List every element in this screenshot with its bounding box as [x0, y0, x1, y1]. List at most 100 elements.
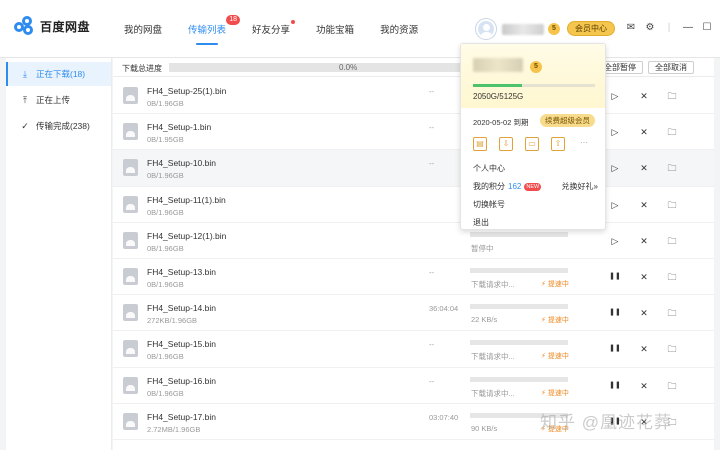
- folder-icon[interactable]: 🗀: [666, 126, 678, 138]
- tab-transfer-list[interactable]: 传输列表 18: [188, 15, 241, 45]
- sidebar-item-label: 传输完成(238): [36, 121, 90, 131]
- table-row[interactable]: FH4_Setup-10.bin 0B/1.96GB -- ▷ ✕ 🗀: [113, 150, 714, 187]
- play-icon[interactable]: ▷: [609, 90, 621, 102]
- folder-icon[interactable]: 🗀: [666, 199, 678, 211]
- folder-icon[interactable]: 🗀: [666, 162, 678, 174]
- file-size: 0B/1.96GB: [147, 388, 184, 398]
- remaining-time: --: [429, 123, 434, 133]
- tab-transfer-list-label: 传输列表: [188, 25, 227, 36]
- file-progress-bar: [470, 304, 568, 310]
- upgrade-icon[interactable]: ⇧: [551, 137, 565, 151]
- minimize-icon[interactable]: —: [683, 23, 693, 33]
- table-row[interactable]: FH4_Setup-13.bin 0B/1.96GB -- 下载请求中... ⚡ 提速中…: [113, 259, 714, 296]
- acceleration-badge: ⚡ 提速中: [541, 353, 569, 361]
- remaining-time: 36:04:04: [429, 304, 459, 314]
- privilege-icon[interactable]: ▤: [473, 137, 487, 151]
- cancel-icon[interactable]: ✕: [638, 235, 650, 247]
- settings-gear-icon[interactable]: ⚙: [645, 23, 655, 33]
- folder-icon[interactable]: 🗀: [666, 90, 678, 102]
- coupon-icon[interactable]: ⇩: [499, 137, 513, 151]
- avatar[interactable]: [476, 19, 496, 39]
- acceleration-badge: ⚡ 提速中: [541, 317, 569, 325]
- cancel-icon[interactable]: ✕: [638, 343, 650, 355]
- pause-icon[interactable]: ❚❚: [609, 307, 621, 319]
- menu-logout[interactable]: 退出: [473, 214, 598, 229]
- pause-icon[interactable]: ❚❚: [609, 271, 621, 283]
- play-icon[interactable]: ▷: [609, 199, 621, 211]
- folder-icon[interactable]: 🗀: [666, 271, 678, 283]
- menu-switch-account[interactable]: 切换帐号: [473, 196, 598, 214]
- tab-my-resources[interactable]: 我的资源: [380, 22, 418, 36]
- folder-icon[interactable]: 🗀: [666, 343, 678, 355]
- popup-menu: 个人中心 我的积分 162 NEW 兑换好礼» 切换帐号 退出: [473, 160, 598, 229]
- file-icon: [123, 123, 138, 141]
- sidebar-item-uploading[interactable]: ⤒ 正在上传: [6, 88, 111, 112]
- cancel-icon[interactable]: ✕: [638, 307, 650, 319]
- table-row[interactable]: FH4_Setup-25(1).bin 0B/1.96GB -- ▷ ✕ 🗀: [113, 78, 714, 115]
- table-row[interactable]: FH4_Setup-15.bin 0B/1.96GB -- 下载请求中... ⚡ 提速中…: [113, 331, 714, 368]
- folder-icon[interactable]: 🗀: [666, 235, 678, 247]
- cancel-icon[interactable]: ✕: [638, 126, 650, 138]
- tab-friend-share[interactable]: 好友分享: [252, 20, 296, 36]
- pause-icon[interactable]: ❚❚: [609, 380, 621, 392]
- folder-icon[interactable]: 🗀: [666, 307, 678, 319]
- vip-center-button[interactable]: 会员中心: [567, 21, 615, 36]
- table-row[interactable]: FH4_Setup-1.bin 0B/1.95GB -- ▷ ✕ 🗀: [113, 114, 714, 151]
- pause-icon[interactable]: ❚❚: [609, 416, 621, 428]
- cancel-all-button[interactable]: 全部取消: [648, 61, 694, 74]
- vip-expire-date: 2020-05-02 到期: [473, 118, 529, 127]
- transfer-status: 90 KB/s: [471, 423, 498, 433]
- check-circle-icon: ✓: [21, 120, 29, 131]
- popup-username-blurred: [473, 58, 523, 72]
- file-name: FH4_Setup-11(1).bin: [147, 194, 226, 205]
- tab-toolbox[interactable]: 功能宝箱: [316, 22, 354, 36]
- file-name: FH4_Setup-10.bin: [147, 158, 216, 169]
- file-size: 0B/1.96GB: [147, 171, 184, 181]
- file-size: 0B/1.96GB: [147, 207, 184, 217]
- remaining-time: --: [429, 87, 434, 96]
- cancel-icon[interactable]: ✕: [638, 162, 650, 174]
- cancel-icon[interactable]: ✕: [638, 271, 650, 283]
- sidebar-item-downloading[interactable]: ⤓ 正在下载(18): [6, 62, 111, 86]
- user-info[interactable]: 5: [476, 19, 560, 39]
- sidebar-item-completed[interactable]: ✓ 传输完成(238): [6, 114, 111, 138]
- table-row[interactable]: FH4_Setup-14.bin 272KB/1.96GB 36:04:04 22 K…: [113, 295, 714, 332]
- file-name: FH4_Setup-17.bin: [147, 411, 216, 422]
- popup-header: 5 2050G/5125G: [461, 44, 605, 108]
- file-size: 0B/1.96GB: [147, 99, 184, 108]
- transfer-status: 暂停中: [471, 243, 494, 253]
- menu-points[interactable]: 我的积分 162 NEW 兑换好礼»: [473, 178, 598, 196]
- play-icon[interactable]: ▷: [609, 126, 621, 138]
- app-logo[interactable]: 百度网盘: [14, 16, 90, 36]
- transfer-status: 下载请求中...: [471, 279, 515, 289]
- cancel-icon[interactable]: ✕: [638, 380, 650, 392]
- pause-icon[interactable]: ❚❚: [609, 343, 621, 355]
- folder-icon[interactable]: 🗀: [666, 380, 678, 392]
- cancel-icon[interactable]: ✕: [638, 199, 650, 211]
- table-row[interactable]: FH4_Setup-12(1).bin 0B/1.96GB 暂停中 ▷ ✕ 🗀: [113, 223, 714, 259]
- play-icon[interactable]: ▷: [609, 162, 621, 174]
- renew-svip-button[interactable]: 续费超级会员: [540, 114, 595, 127]
- folder-icon[interactable]: 🗀: [666, 416, 678, 428]
- tab-my-disk[interactable]: 我的网盘: [124, 22, 162, 36]
- menu-profile[interactable]: 个人中心: [473, 160, 598, 178]
- cancel-icon[interactable]: ✕: [638, 416, 650, 428]
- file-icon: [123, 304, 138, 322]
- more-icon[interactable]: ···: [577, 137, 591, 151]
- ticket-icon[interactable]: ▭: [525, 137, 539, 151]
- maximize-icon[interactable]: ☐: [702, 23, 712, 33]
- play-icon[interactable]: ▷: [609, 235, 621, 247]
- table-row[interactable]: FH4_Setup-11(1).bin 0B/1.96GB ▷ ✕ 🗀: [113, 187, 714, 223]
- file-icon: [123, 340, 138, 358]
- table-row[interactable]: FH4_Setup-17.bin 2.72MB/1.96GB 03:07:40 90 …: [113, 404, 714, 440]
- mail-icon[interactable]: ✉: [626, 23, 636, 33]
- overall-progress-label: 下载总进度: [122, 64, 162, 73]
- storage-quota-text: 2050G/5125G: [473, 92, 524, 101]
- file-size: 272KB/1.96GB: [147, 316, 198, 326]
- redeem-gift-link[interactable]: 兑换好礼»: [562, 178, 598, 196]
- cancel-icon[interactable]: ✕: [638, 90, 650, 102]
- table-row[interactable]: FH4_Setup-16.bin 0B/1.96GB -- 下载请求中... ⚡ 提速中…: [113, 368, 714, 404]
- tab-friend-share-label: 好友分享: [252, 25, 291, 36]
- remaining-time: 03:07:40: [429, 412, 459, 422]
- file-size: 0B/1.95GB: [147, 135, 184, 145]
